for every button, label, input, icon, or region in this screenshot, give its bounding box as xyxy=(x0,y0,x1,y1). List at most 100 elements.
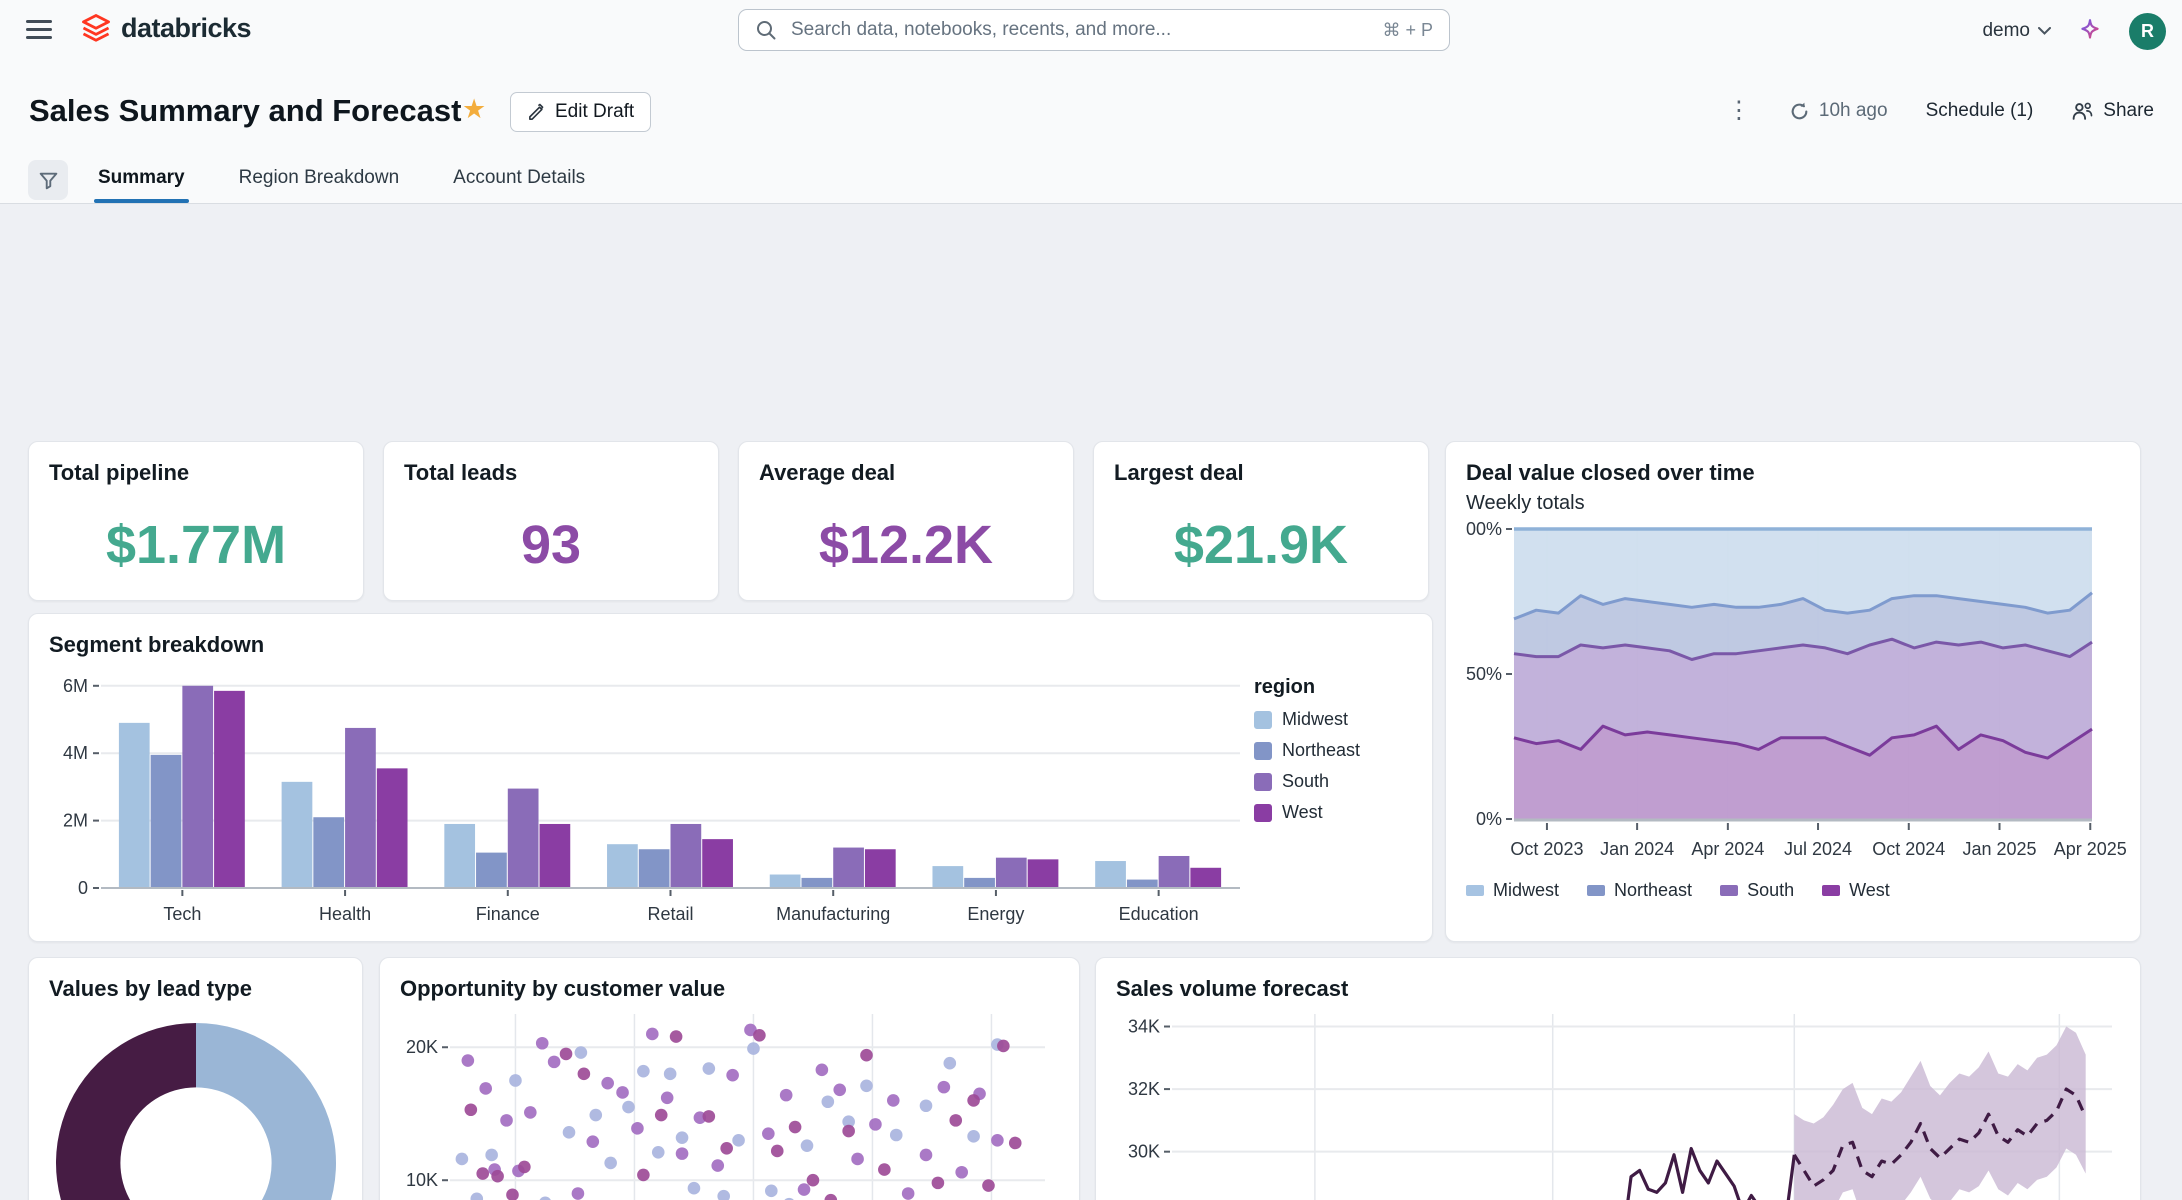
deal-value-over-time-card: Deal value closed over time Weekly total… xyxy=(1445,441,2141,942)
refresh-time: 10h ago xyxy=(1819,100,1888,122)
kpi-card-total-leads: Total leads 93 xyxy=(383,441,719,601)
brand-wordmark: databricks xyxy=(121,13,251,44)
svg-text:34K: 34K xyxy=(1128,1017,1160,1037)
legend-item-northeast[interactable]: Northeast xyxy=(1587,880,1692,901)
svg-text:Jan 2025: Jan 2025 xyxy=(1962,839,2036,859)
legend-item-northeast[interactable]: Northeast xyxy=(1254,740,1404,761)
svg-text:Tech: Tech xyxy=(163,904,201,924)
svg-text:Retail: Retail xyxy=(647,904,693,924)
chart-title: Sales volume forecast xyxy=(1116,976,2120,1002)
refresh-status[interactable]: 10h ago xyxy=(1789,100,1888,122)
filter-button[interactable] xyxy=(28,160,68,200)
top-bar: databricks ⌘ + P demo R xyxy=(0,0,2182,62)
search-icon xyxy=(755,19,777,41)
pencil-icon xyxy=(527,103,546,122)
kpi-value: 93 xyxy=(404,514,698,576)
assistant-sparkle-icon[interactable] xyxy=(2077,18,2103,44)
chevron-down-icon xyxy=(2038,27,2051,35)
edit-draft-label: Edit Draft xyxy=(555,101,634,123)
svg-text:0: 0 xyxy=(78,878,88,898)
tab-summary[interactable]: Summary xyxy=(94,167,189,203)
svg-text:Finance: Finance xyxy=(476,904,540,924)
legend-item-west[interactable]: West xyxy=(1254,802,1404,823)
chart-title: Segment breakdown xyxy=(49,632,1412,658)
databricks-logo-icon xyxy=(80,12,112,44)
kpi-value: $1.77M xyxy=(49,514,343,576)
bar-legend: region Midwest Northeast South West xyxy=(1254,660,1404,928)
svg-text:Education: Education xyxy=(1119,904,1199,924)
values-by-lead-type-card: Values by lead type Inbound Event Referr… xyxy=(28,957,363,1200)
favorite-star-icon[interactable]: ★ xyxy=(462,94,486,125)
schedule-label: Schedule (1) xyxy=(1926,100,2034,122)
overflow-menu-icon[interactable]: ⋮ xyxy=(1727,92,1751,130)
schedule-button[interactable]: Schedule (1) xyxy=(1926,100,2034,122)
kpi-label: Total leads xyxy=(404,460,698,486)
refresh-icon xyxy=(1789,101,1810,122)
sales-forecast-line-chart: 26K28K30K32K34KFeb 01, 2025Mar 01, 2025A… xyxy=(1116,1002,2122,1200)
share-label: Share xyxy=(2103,100,2154,122)
tab-account-details[interactable]: Account Details xyxy=(449,167,589,203)
legend-item-midwest[interactable]: Midwest xyxy=(1466,880,1559,901)
legend-item-west[interactable]: West xyxy=(1822,880,1890,901)
search-input[interactable] xyxy=(789,18,1382,42)
kpi-card-total-pipeline: Total pipeline $1.77M xyxy=(28,441,364,601)
svg-text:Health: Health xyxy=(319,904,371,924)
workspace-name: demo xyxy=(1982,20,2030,42)
svg-text:Apr 2024: Apr 2024 xyxy=(1691,839,1764,859)
chart-title: Values by lead type xyxy=(49,976,342,1002)
opportunity-scatter-chart: 10K20K2M4M6M8M10M xyxy=(400,1002,1061,1200)
kpi-label: Largest deal xyxy=(1114,460,1408,486)
chart-title: Deal value closed over time xyxy=(1466,460,2120,486)
svg-text:50%: 50% xyxy=(1466,664,1502,684)
tab-region-breakdown[interactable]: Region Breakdown xyxy=(235,167,404,203)
chart-subtitle: Weekly totals xyxy=(1466,492,2120,515)
kpi-value: $12.2K xyxy=(759,514,1053,576)
legend-title: region xyxy=(1254,676,1404,699)
global-search[interactable]: ⌘ + P xyxy=(738,9,1450,51)
svg-text:100%: 100% xyxy=(1466,519,1502,539)
segment-breakdown-card: Segment breakdown 0 2M 4M 6M Tech Health Finan… xyxy=(28,613,1433,942)
edit-draft-button[interactable]: Edit Draft xyxy=(510,92,651,132)
deal-value-area-chart: 0% 50% 100% Oct 2023 Jan 2024 Apr 2024 Jul 202… xyxy=(1466,515,2141,867)
lead-type-donut-chart xyxy=(49,1018,344,1200)
opportunity-by-customer-value-card: Opportunity by customer value 10K20K2M4M… xyxy=(379,957,1080,1200)
workspace-switcher[interactable]: demo xyxy=(1982,20,2051,42)
chart-title: Opportunity by customer value xyxy=(400,976,1059,1002)
svg-text:32K: 32K xyxy=(1128,1079,1160,1099)
area-legend: Midwest Northeast South West xyxy=(1466,880,2120,901)
svg-text:Energy: Energy xyxy=(967,904,1024,924)
svg-text:2M: 2M xyxy=(63,811,88,831)
share-people-icon xyxy=(2071,101,2094,122)
svg-text:20K: 20K xyxy=(406,1037,438,1057)
svg-text:Jan 2024: Jan 2024 xyxy=(1600,839,1674,859)
svg-text:6M: 6M xyxy=(63,676,88,696)
svg-text:10K: 10K xyxy=(406,1170,438,1190)
kpi-label: Average deal xyxy=(759,460,1053,486)
segment-breakdown-bar-chart: 0 2M 4M 6M Tech Health Finance Retail Manufactur… xyxy=(49,660,1254,928)
page-title: Sales Summary and Forecast xyxy=(29,93,461,129)
legend-item-midwest[interactable]: Midwest xyxy=(1254,709,1404,730)
tab-bar: Summary Region Breakdown Account Details xyxy=(0,158,2182,204)
dashboard-page: databricks ⌘ + P demo R xyxy=(0,0,2182,1200)
svg-text:0%: 0% xyxy=(1476,809,1502,829)
kpi-card-largest-deal: Largest deal $21.9K xyxy=(1093,441,1429,601)
share-button[interactable]: Share xyxy=(2071,100,2154,122)
svg-text:30K: 30K xyxy=(1128,1142,1160,1162)
svg-text:4M: 4M xyxy=(63,743,88,763)
legend-item-south[interactable]: South xyxy=(1254,771,1404,792)
kpi-card-average-deal: Average deal $12.2K xyxy=(738,441,1074,601)
dashboard-canvas: Total pipeline $1.77M Total leads 93 Ave… xyxy=(0,204,2182,1200)
dashboard-header: Sales Summary and Forecast ★ Edit Draft … xyxy=(0,62,2182,158)
search-shortcut: ⌘ + P xyxy=(1382,20,1433,41)
svg-text:Jul 2024: Jul 2024 xyxy=(1784,839,1852,859)
svg-text:Oct 2024: Oct 2024 xyxy=(1872,839,1945,859)
kpi-label: Total pipeline xyxy=(49,460,343,486)
legend-item-south[interactable]: South xyxy=(1720,880,1794,901)
sales-volume-forecast-card: Sales volume forecast 26K28K30K32K34KFeb… xyxy=(1095,957,2141,1200)
hamburger-menu-icon[interactable] xyxy=(26,20,52,41)
svg-text:Oct 2023: Oct 2023 xyxy=(1510,839,1583,859)
user-avatar[interactable]: R xyxy=(2129,13,2166,50)
svg-text:Manufacturing: Manufacturing xyxy=(776,904,890,924)
databricks-logo[interactable]: databricks xyxy=(80,12,251,44)
filter-funnel-icon xyxy=(38,170,59,191)
